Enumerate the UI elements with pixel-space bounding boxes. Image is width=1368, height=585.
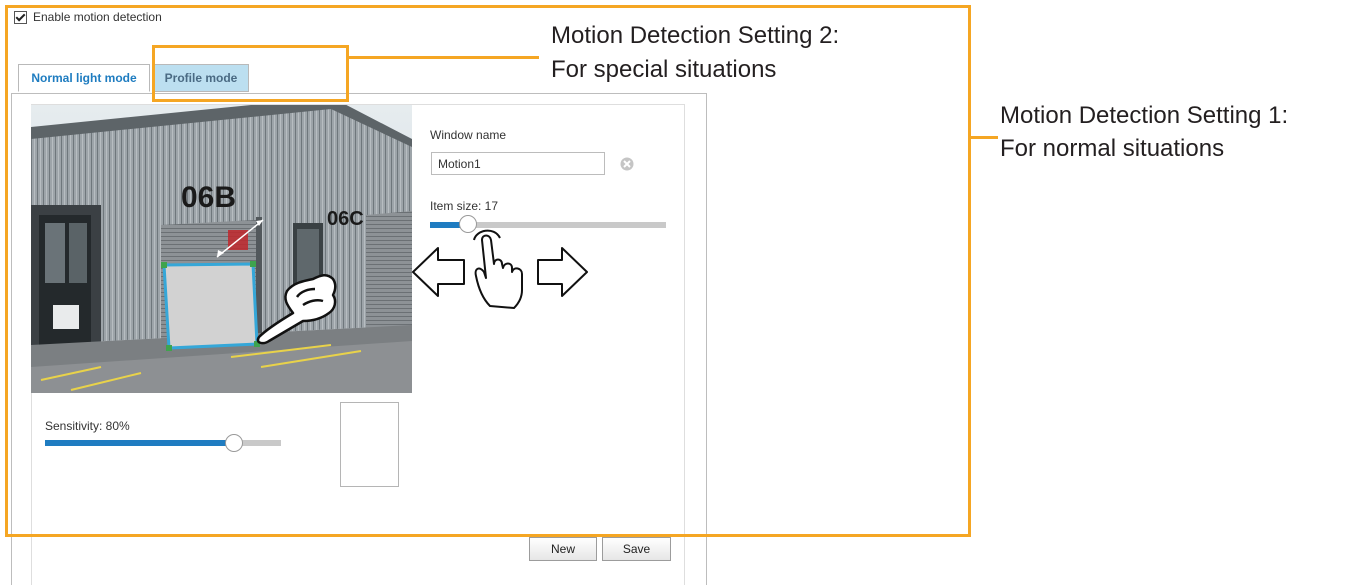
save-button[interactable]: Save [602, 537, 671, 561]
new-button[interactable]: New [529, 537, 597, 561]
setting1-subtitle: For normal situations [1000, 135, 1225, 162]
tab-normal-light-mode[interactable]: Normal light mode [18, 64, 150, 92]
setting1-connector-line [971, 136, 998, 139]
setting2-subtitle: For special situations [551, 56, 777, 83]
setting2-highlight-frame [152, 45, 349, 102]
setting2-connector-line [349, 56, 539, 59]
tab-normal-light-mode-label: Normal light mode [31, 71, 137, 85]
setting2-title: Motion Detection Setting 2: [551, 22, 840, 49]
setting1-title: Motion Detection Setting 1: [1000, 102, 1289, 129]
